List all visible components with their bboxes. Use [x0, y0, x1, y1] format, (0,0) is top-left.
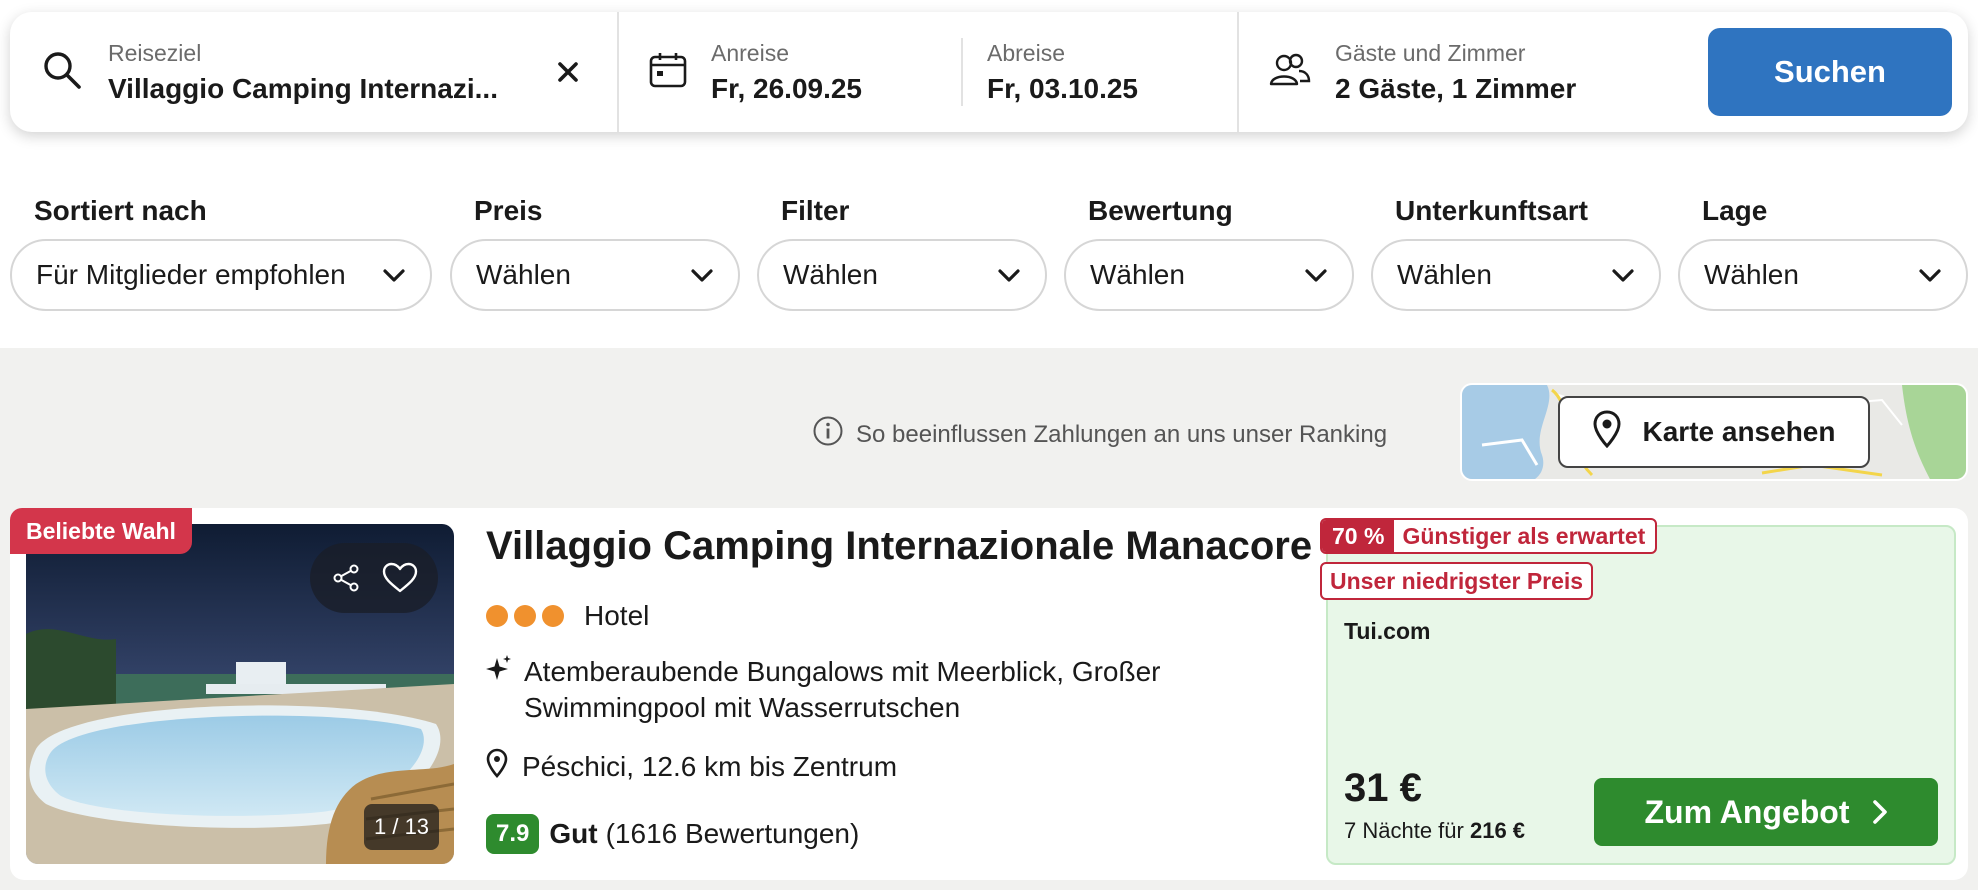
close-icon — [558, 62, 578, 82]
rating-count: (1616 Bewertungen) — [605, 818, 860, 849]
rating-score: 7.9 — [486, 814, 540, 854]
star-dot-icon — [542, 605, 564, 627]
chevron-down-icon — [1918, 259, 1942, 291]
location-pin-icon — [486, 748, 508, 785]
guests-icon — [1269, 52, 1311, 93]
filter-dropdown[interactable]: Wählen — [757, 239, 1047, 311]
calendar-icon — [649, 52, 687, 93]
popular-badge: Beliebte Wahl — [10, 508, 192, 554]
checkout-value: Fr, 03.10.25 — [987, 72, 1139, 104]
filter-value: Wählen — [783, 259, 878, 290]
filter-label: Filter — [781, 195, 850, 226]
hotel-class: Hotel — [486, 600, 649, 632]
clear-destination-button[interactable] — [550, 54, 586, 90]
chevron-right-icon — [1872, 799, 1888, 825]
filter-label: Lage — [1702, 195, 1768, 226]
dates-field: Anreise Fr, 26.09.25 Abreise Fr, 03.10.2… — [617, 12, 1237, 132]
ranking-info-link[interactable]: So beeinflussen Zahlungen an uns unser R… — [812, 415, 1387, 454]
destination-field[interactable]: Reiseziel Villaggio Camping Internazi... — [10, 12, 617, 132]
sort-dropdown[interactable]: Für Mitglieder empfohlen — [10, 239, 432, 311]
rating-word: Gut — [549, 818, 598, 849]
location-value: Wählen — [1704, 259, 1799, 290]
deal-percent: 70 % — [1322, 520, 1395, 552]
filter-filter: Filter Wählen — [757, 195, 1047, 311]
guests-value: 2 Gäste, 1 Zimmer — [1335, 72, 1577, 104]
price-value: Wählen — [476, 259, 571, 290]
hotel-name[interactable]: Villaggio Camping Internazionale Manacor… — [486, 524, 1312, 569]
destination-label: Reiseziel — [108, 39, 202, 66]
heart-icon[interactable] — [382, 562, 418, 594]
guests-label: Gäste und Zimmer — [1335, 39, 1526, 66]
hotel-type: Hotel — [584, 600, 650, 631]
location-dropdown[interactable]: Wählen — [1678, 239, 1968, 311]
filter-label: Preis — [474, 195, 543, 226]
rating-dropdown[interactable]: Wählen — [1064, 239, 1354, 311]
share-icon[interactable] — [331, 563, 361, 593]
info-icon — [812, 415, 844, 454]
hotel-highlight: Atemberaubende Bungalows mit Meerblick, … — [486, 654, 1244, 726]
photo-counter: 1 / 13 — [364, 804, 440, 850]
checkin-field[interactable]: Anreise Fr, 26.09.25 — [711, 40, 961, 105]
search-icon — [42, 50, 82, 95]
hotel-location: Péschici, 12.6 km bis Zentrum — [486, 748, 897, 785]
filter-rating: Bewertung Wählen — [1064, 195, 1354, 311]
deal-text: Günstiger als erwartet — [1402, 522, 1646, 549]
checkin-label: Anreise — [711, 39, 789, 66]
view-offer-label: Zum Angebot — [1644, 793, 1850, 830]
location-text: Péschici, 12.6 km bis Zentrum — [522, 750, 898, 782]
filter-property-type: Unterkunftsart Wählen — [1371, 195, 1661, 311]
photo-actions — [310, 543, 438, 613]
filter-label: Bewertung — [1088, 195, 1233, 226]
filter-price: Preis Wählen — [450, 195, 740, 311]
checkout-label: Abreise — [987, 39, 1065, 66]
star-dot-icon — [514, 605, 536, 627]
checkin-value: Fr, 26.09.25 — [711, 72, 863, 104]
sparkle-icon — [486, 654, 512, 726]
map-pin-icon — [1593, 409, 1621, 455]
nights-text: 7 Nächte für — [1344, 818, 1464, 843]
highlight-text: Atemberaubende Bungalows mit Meerblick, … — [524, 656, 1161, 723]
chevron-down-icon — [1611, 259, 1635, 291]
filter-location: Lage Wählen — [1678, 195, 1968, 311]
filter-bar: Sortiert nach Für Mitglieder empfohlen P… — [0, 195, 1978, 315]
deal-badge: 70 % Günstiger als erwartet — [1320, 518, 1658, 554]
checkout-field[interactable]: Abreise Fr, 03.10.25 — [987, 40, 1237, 105]
price-dropdown[interactable]: Wählen — [450, 239, 740, 311]
date-divider — [961, 38, 963, 106]
lowest-price-badge: Unser niedrigster Preis — [1320, 562, 1594, 600]
property-type-value: Wählen — [1397, 259, 1492, 290]
view-offer-button[interactable]: Zum Angebot — [1594, 778, 1938, 846]
destination-value[interactable]: Villaggio Camping Internazi... — [108, 73, 518, 105]
chevron-down-icon — [690, 259, 714, 291]
chevron-down-icon — [382, 259, 406, 291]
filter-label: Sortiert nach — [34, 195, 207, 226]
property-type-dropdown[interactable]: Wählen — [1371, 239, 1661, 311]
search-button[interactable]: Suchen — [1708, 28, 1952, 116]
sort-value: Für Mitglieder empfohlen — [36, 259, 346, 290]
view-map-button[interactable]: Karte ansehen — [1558, 396, 1870, 468]
total-price: 216 € — [1469, 818, 1526, 843]
search-bar: Reiseziel Villaggio Camping Internazi...… — [10, 12, 1968, 132]
provider-name: Tui.com — [1344, 618, 1431, 644]
hotel-card[interactable]: Beliebte Wahl 1 / 13 Villaggio Camping I… — [10, 508, 1968, 880]
chevron-down-icon — [1304, 259, 1328, 291]
star-dot-icon — [486, 605, 508, 627]
view-map-label: Karte ansehen — [1642, 416, 1836, 447]
chevron-down-icon — [997, 259, 1021, 291]
rating-value: Wählen — [1090, 259, 1185, 290]
ranking-note: So beeinflussen Zahlungen an uns unser R… — [856, 420, 1388, 448]
total-price-line: 7 Nächte für 216 € — [1344, 818, 1525, 844]
filter-label: Unterkunftsart — [1395, 195, 1588, 226]
hotel-rating[interactable]: 7.9 Gut (1616 Bewertungen) — [486, 814, 859, 854]
filter-sort: Sortiert nach Für Mitglieder empfohlen — [10, 195, 432, 311]
price-per-night: 31 € — [1344, 766, 1422, 810]
